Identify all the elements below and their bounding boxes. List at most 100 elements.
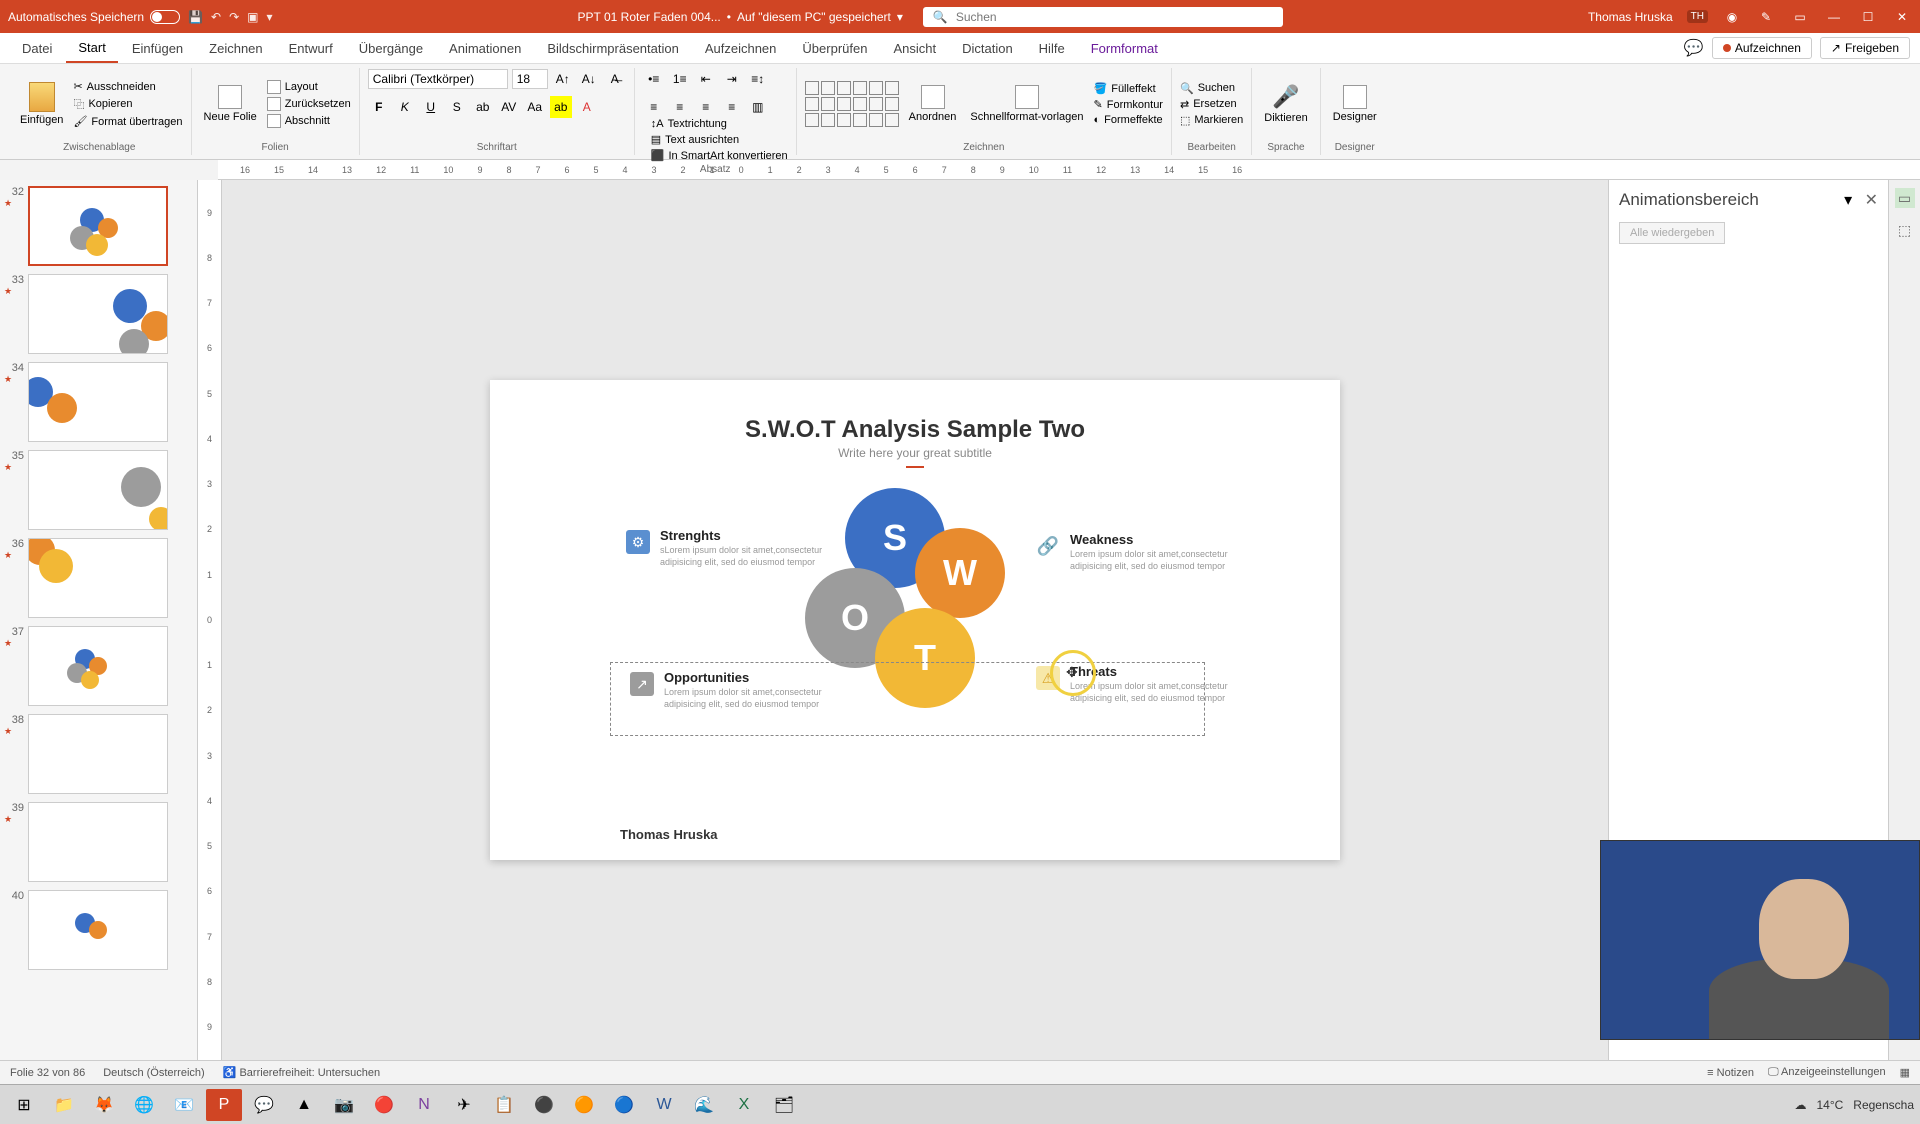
autosave-toggle[interactable]: Automatisches Speichern — [8, 10, 180, 24]
start-button[interactable]: ⊞ — [6, 1089, 42, 1121]
app7-icon[interactable]: 🗂 — [766, 1089, 802, 1121]
line-spacing-button[interactable]: ≡↕ — [747, 68, 769, 90]
vlc-icon[interactable]: ▲ — [286, 1089, 322, 1121]
slide-counter[interactable]: Folie 32 von 86 — [10, 1067, 85, 1079]
powerpoint-icon[interactable]: P — [206, 1089, 242, 1121]
reset-button[interactable]: Zurücksetzen — [267, 97, 351, 111]
maximize-icon[interactable]: ☐ — [1858, 10, 1878, 24]
app4-icon[interactable]: 📋 — [486, 1089, 522, 1121]
strike-button[interactable]: S — [446, 96, 468, 118]
normal-view-icon[interactable]: ▦ — [1900, 1066, 1910, 1079]
language-indicator[interactable]: Deutsch (Österreich) — [103, 1067, 204, 1079]
columns-button[interactable]: ▥ — [747, 96, 769, 118]
dictate-button[interactable]: 🎤Diktieren — [1260, 82, 1311, 126]
redo-icon[interactable]: ↷ — [229, 10, 239, 24]
tab-hilfe[interactable]: Hilfe — [1027, 35, 1077, 62]
present-from-start-icon[interactable]: ▣ — [247, 10, 258, 24]
justify-button[interactable]: ≡ — [721, 96, 743, 118]
firefox-icon[interactable]: 🦊 — [86, 1089, 122, 1121]
quad-weakness[interactable]: 🔗 WeaknessLorem ipsum dolor sit amet,con… — [1070, 532, 1250, 572]
shadow-button[interactable]: ab — [472, 96, 494, 118]
close-pane-icon[interactable]: ✕ — [1865, 192, 1878, 209]
layout-button[interactable]: Layout — [267, 80, 351, 94]
window-icon[interactable]: ▭ — [1790, 10, 1810, 24]
font-name-select[interactable] — [368, 69, 508, 89]
onenote-icon[interactable]: N — [406, 1089, 442, 1121]
quad-strengths[interactable]: ⚙ StrenghtssLorem ipsum dolor sit amet,c… — [660, 528, 840, 568]
edge-icon[interactable]: 🌊 — [686, 1089, 722, 1121]
outlook-icon[interactable]: 📧 — [166, 1089, 202, 1121]
tab-dictation[interactable]: Dictation — [950, 35, 1025, 62]
play-all-button[interactable]: Alle wiedergeben — [1619, 222, 1725, 244]
italic-button[interactable]: K — [394, 96, 416, 118]
numbering-button[interactable]: 1≡ — [669, 68, 691, 90]
new-slide-button[interactable]: Neue Folie — [200, 83, 261, 125]
thumb-37[interactable] — [28, 626, 168, 706]
search-input[interactable]: 🔍 Suchen — [923, 7, 1283, 27]
thumb-39[interactable] — [28, 802, 168, 882]
app-icon[interactable]: 💬 — [246, 1089, 282, 1121]
paste-button[interactable]: Einfügen — [16, 80, 67, 128]
bullets-button[interactable]: •≡ — [643, 68, 665, 90]
arrange-button[interactable]: Anordnen — [905, 83, 961, 125]
user-avatar[interactable]: TH — [1687, 10, 1708, 23]
tab-entwurf[interactable]: Entwurf — [277, 35, 345, 62]
tab-ansicht[interactable]: Ansicht — [881, 35, 948, 62]
copy-button[interactable]: ⿻Kopieren — [73, 96, 182, 112]
thumb-35[interactable] — [28, 450, 168, 530]
thumb-40[interactable] — [28, 890, 168, 970]
bold-button[interactable]: F — [368, 96, 390, 118]
tab-start[interactable]: Start — [66, 34, 117, 63]
select-button[interactable]: ⬚Markieren — [1180, 114, 1243, 127]
close-icon[interactable]: ✕ — [1892, 10, 1912, 24]
comments-icon[interactable]: 💬 — [1684, 38, 1704, 58]
thumb-33[interactable] — [28, 274, 168, 354]
save-icon[interactable]: 💾 — [188, 10, 203, 24]
app5-icon[interactable]: 🟠 — [566, 1089, 602, 1121]
cut-button[interactable]: ✂Ausschneiden — [73, 80, 182, 93]
indent-dec-button[interactable]: ⇤ — [695, 68, 717, 90]
fill-button[interactable]: 🪣Fülleffekt — [1094, 82, 1163, 95]
shapes-gallery[interactable] — [805, 81, 899, 127]
excel-icon[interactable]: X — [726, 1089, 762, 1121]
case-button[interactable]: Aa — [524, 96, 546, 118]
weather-icon[interactable]: ☁ — [1794, 1098, 1806, 1112]
slide-thumbnails-panel[interactable]: 32★ 33★ 34★ 35★ 36★ 37★ 38★ 39★ 40 — [0, 180, 198, 1060]
replace-button[interactable]: ⇄Ersetzen — [1180, 98, 1243, 111]
increase-font-icon[interactable]: A↑ — [552, 68, 574, 90]
accessibility-checker[interactable]: ♿ Barrierefreiheit: Untersuchen — [223, 1066, 380, 1079]
telegram-icon[interactable]: ✈ — [446, 1089, 482, 1121]
thumb-36[interactable] — [28, 538, 168, 618]
explorer-icon[interactable]: 📁 — [46, 1089, 82, 1121]
find-button[interactable]: 🔍Suchen — [1180, 82, 1243, 95]
slide-canvas[interactable]: S.W.O.T Analysis Sample Two Write here y… — [222, 180, 1608, 1060]
effects-button[interactable]: ◐Formeffekte — [1094, 114, 1163, 126]
underline-button[interactable]: U — [420, 96, 442, 118]
rail-animation-icon[interactable]: ▭ — [1895, 188, 1915, 208]
font-color-button[interactable]: A — [576, 96, 598, 118]
slide[interactable]: S.W.O.T Analysis Sample Two Write here y… — [490, 380, 1340, 860]
notes-button[interactable]: ≡ Notizen — [1707, 1067, 1754, 1079]
chevron-down-icon[interactable]: ▾ — [1844, 192, 1852, 209]
share-button[interactable]: ↗Freigeben — [1820, 37, 1910, 59]
align-center-button[interactable]: ≡ — [669, 96, 691, 118]
filename-area[interactable]: PPT 01 Roter Faden 004... • Auf "diesem … — [578, 10, 903, 24]
ink-icon[interactable]: ✎ — [1756, 10, 1776, 24]
indent-inc-button[interactable]: ⇥ — [721, 68, 743, 90]
display-settings-button[interactable]: 🖵 Anzeigeeinstellungen — [1768, 1066, 1886, 1079]
section-button[interactable]: Abschnitt — [267, 114, 351, 128]
align-right-button[interactable]: ≡ — [695, 96, 717, 118]
text-direction-button[interactable]: ↕ATextrichtung — [651, 118, 788, 130]
tab-formformat[interactable]: Formformat — [1079, 35, 1170, 62]
app3-icon[interactable]: 🔴 — [366, 1089, 402, 1121]
smartart-button[interactable]: ⬛In SmartArt konvertieren — [651, 149, 788, 162]
tab-datei[interactable]: Datei — [10, 35, 64, 62]
outline-button[interactable]: ✎Formkontur — [1094, 98, 1163, 111]
tab-zeichnen[interactable]: Zeichnen — [197, 35, 274, 62]
thumb-38[interactable] — [28, 714, 168, 794]
coming-soon-icon[interactable]: ◉ — [1722, 10, 1742, 24]
format-painter-button[interactable]: 🖌Format übertragen — [73, 115, 182, 128]
font-size-select[interactable] — [512, 69, 548, 89]
tab-einfuegen[interactable]: Einfügen — [120, 35, 195, 62]
qat-more-icon[interactable]: ▾ — [267, 10, 273, 24]
